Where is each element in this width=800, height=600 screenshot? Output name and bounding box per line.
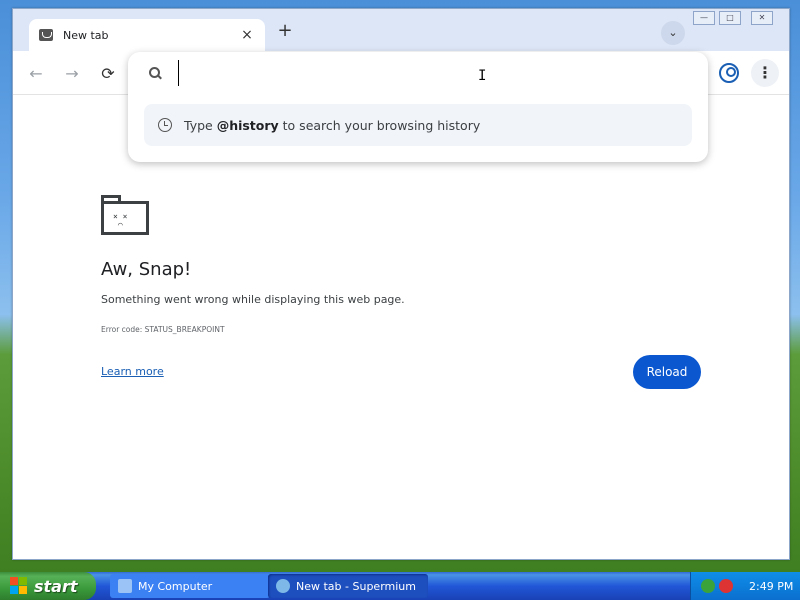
close-window-button[interactable]: ✕ bbox=[751, 11, 773, 25]
menu-button[interactable]: ⋮ bbox=[751, 59, 779, 87]
start-button[interactable]: start bbox=[0, 572, 96, 600]
text-cursor-icon: I bbox=[478, 68, 487, 84]
sad-tab-folder-icon: × × ⌒ bbox=[101, 195, 149, 235]
suggestion-text: Type @history to search your browsing hi… bbox=[184, 117, 481, 133]
minimize-button[interactable]: — bbox=[693, 11, 715, 25]
clock[interactable]: 2:49 PM bbox=[749, 580, 793, 593]
browser-icon bbox=[276, 579, 290, 593]
tab-close-icon[interactable]: × bbox=[239, 27, 255, 43]
sad-tab-icon bbox=[39, 29, 53, 41]
network-icon[interactable] bbox=[701, 579, 715, 593]
tab-search-button[interactable]: ⌄ bbox=[661, 21, 685, 45]
taskbar: start My Computer New tab - Supermium 2:… bbox=[0, 572, 800, 600]
sad-face: × × ⌒ bbox=[113, 212, 128, 229]
error-heading: Aw, Snap! bbox=[101, 259, 192, 280]
maximize-button[interactable]: □ bbox=[719, 11, 741, 25]
windows-flag-icon bbox=[10, 577, 28, 595]
reload-button[interactable]: Reload bbox=[633, 355, 701, 389]
error-message: Something went wrong while displaying th… bbox=[101, 293, 405, 306]
forward-button[interactable]: → bbox=[63, 65, 81, 83]
security-shield-icon[interactable] bbox=[719, 579, 733, 593]
new-tab-button[interactable]: + bbox=[275, 21, 295, 41]
system-tray: 2:49 PM bbox=[690, 572, 800, 600]
history-icon bbox=[158, 118, 172, 132]
search-icon bbox=[148, 66, 162, 80]
omnibox-input[interactable] bbox=[178, 60, 678, 86]
error-code: Error code: STATUS_BREAKPOINT bbox=[101, 325, 225, 334]
taskbar-item-new-tab[interactable]: New tab - Supermium bbox=[268, 574, 428, 598]
tab-new-tab[interactable]: New tab × bbox=[29, 19, 265, 51]
tab-strip: New tab × + ⌄ — □ ✕ bbox=[13, 9, 789, 51]
history-suggestion[interactable]: Type @history to search your browsing hi… bbox=[144, 104, 692, 146]
learn-more-link[interactable]: Learn more bbox=[101, 365, 164, 378]
profile-icon[interactable] bbox=[719, 63, 739, 83]
computer-icon bbox=[118, 579, 132, 593]
omnibox-dropdown: Type @history to search your browsing hi… bbox=[128, 52, 708, 162]
back-button[interactable]: ← bbox=[27, 65, 45, 83]
taskbar-item-my-computer[interactable]: My Computer bbox=[110, 574, 270, 598]
reload-nav-button[interactable]: ⟳ bbox=[99, 65, 117, 83]
tab-title: New tab bbox=[63, 28, 109, 42]
